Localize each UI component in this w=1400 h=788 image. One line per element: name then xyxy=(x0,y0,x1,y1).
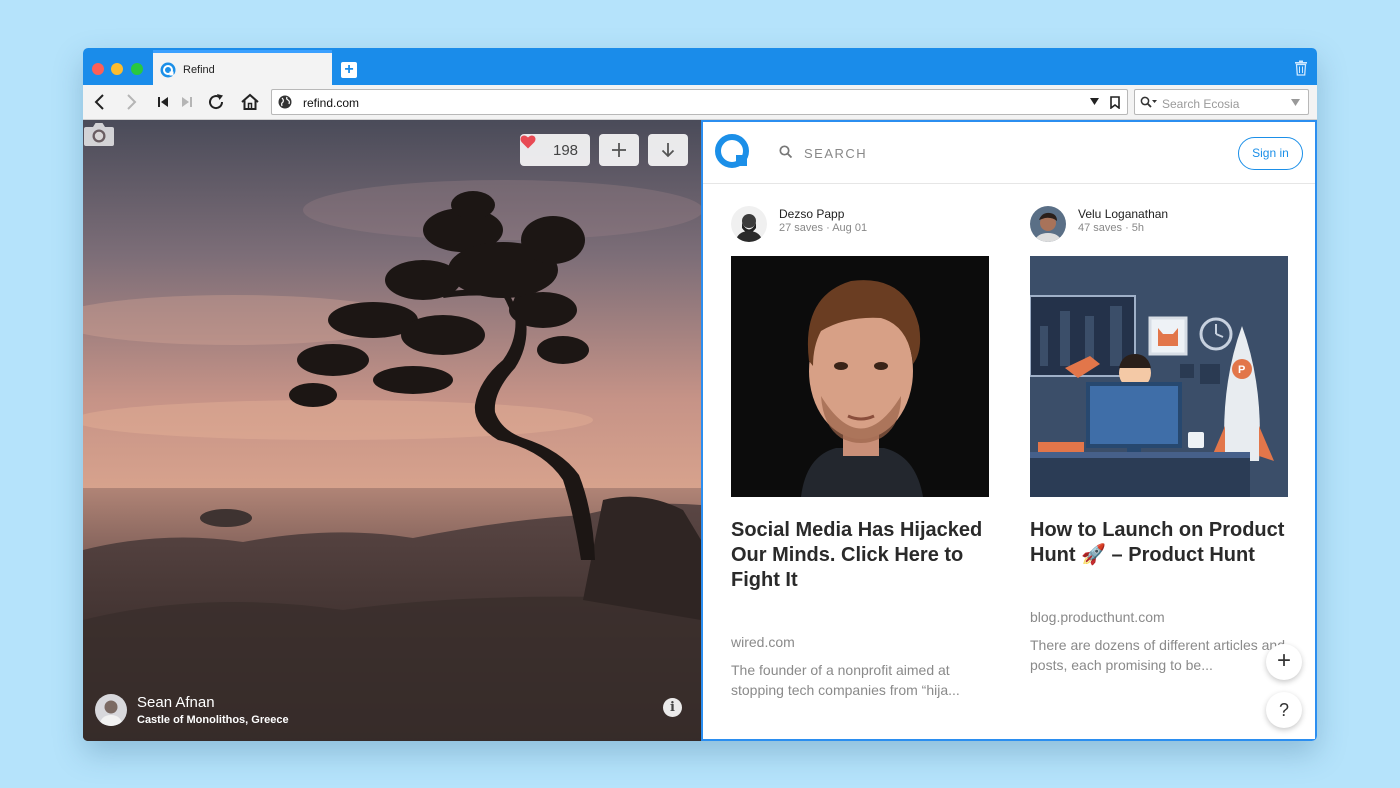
arrow-down-icon xyxy=(661,143,675,158)
article-image[interactable]: P xyxy=(1030,256,1288,497)
article-description: There are dozens of different articles a… xyxy=(1030,637,1286,673)
author-name[interactable]: Velu Loganathan xyxy=(1078,207,1168,221)
url-text[interactable]: refind.com xyxy=(303,96,359,110)
search-engine-bar[interactable]: Search Ecosia xyxy=(1134,89,1309,115)
article-source[interactable]: wired.com xyxy=(731,634,795,650)
background-photo: 198 Sean Afnan Castle of Monolithos, Gre… xyxy=(83,120,701,741)
camera-icon[interactable] xyxy=(83,120,115,148)
tab-refind[interactable]: Refind xyxy=(153,50,332,85)
refind-favicon-icon xyxy=(160,62,176,78)
home-icon[interactable] xyxy=(240,92,260,112)
rewind-icon[interactable] xyxy=(153,92,173,112)
refind-header: SEARCH Sign in xyxy=(703,122,1315,184)
trash-icon[interactable] xyxy=(1294,60,1308,76)
author-avatar[interactable] xyxy=(1030,206,1066,242)
photographer-avatar[interactable] xyxy=(95,694,127,726)
sunset-tree-photo xyxy=(83,120,701,741)
back-icon[interactable] xyxy=(90,92,110,112)
article-image[interactable] xyxy=(731,256,989,497)
heart-icon xyxy=(520,135,536,149)
forward-icon[interactable] xyxy=(121,92,141,112)
refind-panel: SEARCH Sign in Dezso Papp 27 saves · Aug… xyxy=(701,120,1317,741)
chevron-down-icon[interactable] xyxy=(1090,98,1099,106)
new-tab-button[interactable]: + xyxy=(341,62,357,78)
like-count: 198 xyxy=(553,142,579,159)
card-meta: 47 saves · 5h xyxy=(1078,222,1145,234)
download-button[interactable] xyxy=(648,134,688,166)
svg-text:P: P xyxy=(1238,364,1245,376)
plus-icon xyxy=(612,143,626,157)
fast-forward-icon[interactable] xyxy=(177,92,197,112)
add-button[interactable] xyxy=(599,134,639,166)
photographer-name[interactable]: Sean Afnan xyxy=(137,694,215,711)
search-input[interactable]: SEARCH xyxy=(804,146,867,161)
article-source[interactable]: blog.producthunt.com xyxy=(1030,609,1165,625)
help-button[interactable]: ? xyxy=(1266,692,1302,728)
refind-logo-icon[interactable] xyxy=(715,134,751,170)
globe-icon xyxy=(278,95,292,109)
like-button[interactable]: 198 xyxy=(520,134,590,166)
article-description: The founder of a nonprofit aimed at stop… xyxy=(731,662,960,698)
add-link-button[interactable]: + xyxy=(1266,644,1302,680)
chevron-down-icon[interactable] xyxy=(1291,99,1300,107)
bookmark-icon[interactable] xyxy=(1110,96,1120,109)
minimize-window-button[interactable] xyxy=(111,63,123,75)
author-name[interactable]: Dezso Papp xyxy=(779,207,844,221)
close-window-button[interactable] xyxy=(92,63,104,75)
author-avatar[interactable] xyxy=(731,206,767,242)
address-bar[interactable]: refind.com xyxy=(271,89,1128,115)
photo-location: Castle of Monolithos, Greece xyxy=(137,714,289,726)
search-icon[interactable] xyxy=(779,145,793,159)
search-engine-placeholder: Search Ecosia xyxy=(1162,97,1240,111)
title-bar: Refind + xyxy=(83,48,1317,85)
tab-title: Refind xyxy=(183,64,215,76)
info-icon[interactable]: i xyxy=(663,698,682,717)
sign-in-button[interactable]: Sign in xyxy=(1238,137,1303,170)
search-icon xyxy=(1140,96,1157,108)
navigation-bar: refind.com Search Ecosia xyxy=(83,85,1317,120)
article-title[interactable]: Social Media Has Hijacked Our Minds. Cli… xyxy=(731,518,993,593)
zoom-window-button[interactable] xyxy=(131,63,143,75)
card-meta: 27 saves · Aug 01 xyxy=(779,222,868,234)
reload-icon[interactable] xyxy=(206,92,226,112)
browser-window: Refind + refind.com Search Ecosia 198 Se… xyxy=(83,48,1317,741)
article-title[interactable]: How to Launch on Product Hunt 🚀 – Produc… xyxy=(1030,518,1292,568)
